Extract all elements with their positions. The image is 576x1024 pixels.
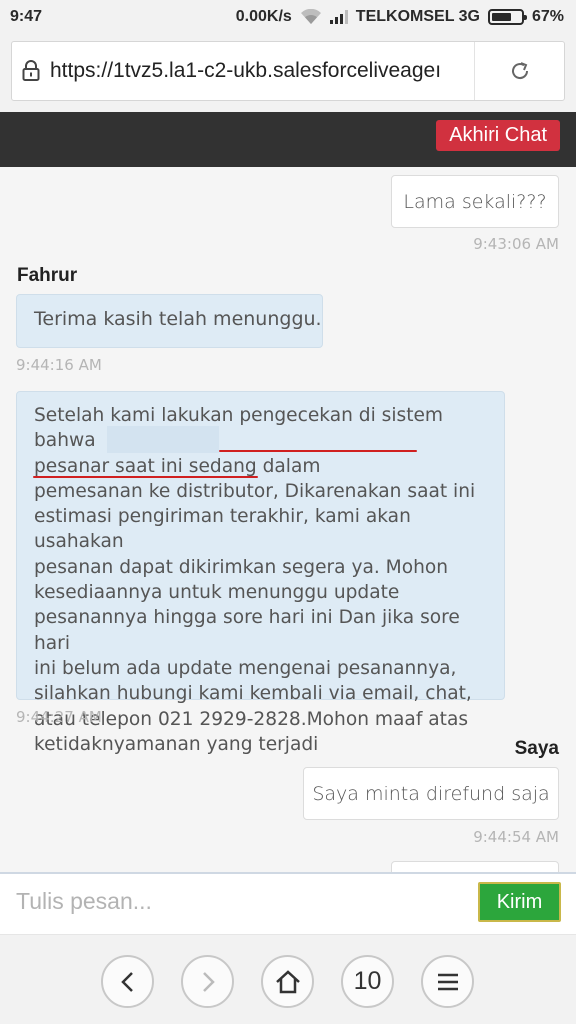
forward-button[interactable] [181, 955, 234, 1008]
visitor-message-partial [391, 861, 559, 872]
browser-nav-bar: 10 [0, 934, 576, 1024]
battery-percent: 67% [531, 8, 564, 25]
agent-message-text: Setelah kami lakukan pengecekan di siste… [34, 405, 476, 755]
network-speed: 0.00K/s [235, 8, 292, 25]
menu-button[interactable] [421, 955, 474, 1008]
agent-message: Setelah kami lakukan pengecekan di siste… [16, 391, 505, 755]
menu-icon [437, 973, 458, 990]
chat-header: Akhiri Chat [0, 112, 576, 167]
status-time: 9:47 [10, 8, 43, 25]
chevron-left-icon [120, 971, 133, 992]
carrier-name: TELKOMSEL 3G [355, 8, 480, 25]
visitor-name: Saya [514, 738, 559, 759]
lock-icon [12, 60, 50, 82]
annotation-underline [219, 450, 417, 452]
agent-name: Fahrur [17, 265, 78, 286]
signal-icon [329, 10, 348, 24]
message-timestamp: 9:43:06 AM [473, 235, 559, 253]
home-icon [275, 969, 300, 993]
chevron-right-icon [202, 971, 215, 992]
reload-button[interactable] [474, 42, 564, 100]
message-list[interactable]: Lama sekali??? 9:43:06 AM Fahrur Terima … [0, 167, 576, 872]
status-right: 0.00K/s TELKOMSEL 3G 67% [236, 8, 564, 26]
url-text[interactable]: https://1tvz5.la1-c2-ukb.salesforcelivea… [50, 59, 474, 83]
message-timestamp: 9:44:54 AM [473, 828, 559, 846]
battery-fill [491, 13, 511, 21]
tabs-count: 10 [353, 967, 382, 995]
message-composer: Tulis pesan... Kirim [0, 872, 576, 934]
message-input[interactable]: Tulis pesan... [16, 888, 436, 920]
annotation-underline [33, 476, 258, 478]
home-button[interactable] [261, 955, 314, 1008]
status-bar: 9:47 0.00K/s TELKOMSEL 3G 67% [0, 0, 576, 34]
reload-icon [511, 62, 528, 80]
screen: 9:47 0.00K/s TELKOMSEL 3G 67% https://1t… [0, 0, 576, 1024]
visitor-message: Saya minta direfund saja [303, 767, 559, 820]
tabs-button[interactable]: 10 [341, 955, 394, 1008]
send-button[interactable]: Kirim [478, 882, 561, 922]
end-chat-button[interactable]: Akhiri Chat [436, 120, 560, 151]
address-bar[interactable]: https://1tvz5.la1-c2-ukb.salesforcelivea… [11, 41, 565, 101]
redacted-order-number [107, 426, 219, 453]
message-timestamp: 9:44:16 AM [16, 356, 102, 374]
back-button[interactable] [101, 955, 154, 1008]
agent-message: Terima kasih telah menunggu. [16, 294, 323, 348]
message-timestamp: 9:44:27 AM [16, 708, 102, 726]
visitor-message: Lama sekali??? [391, 175, 559, 228]
battery-icon [487, 9, 527, 25]
browser-toolbar: https://1tvz5.la1-c2-ukb.salesforcelivea… [0, 34, 576, 112]
wifi-icon [300, 8, 322, 25]
